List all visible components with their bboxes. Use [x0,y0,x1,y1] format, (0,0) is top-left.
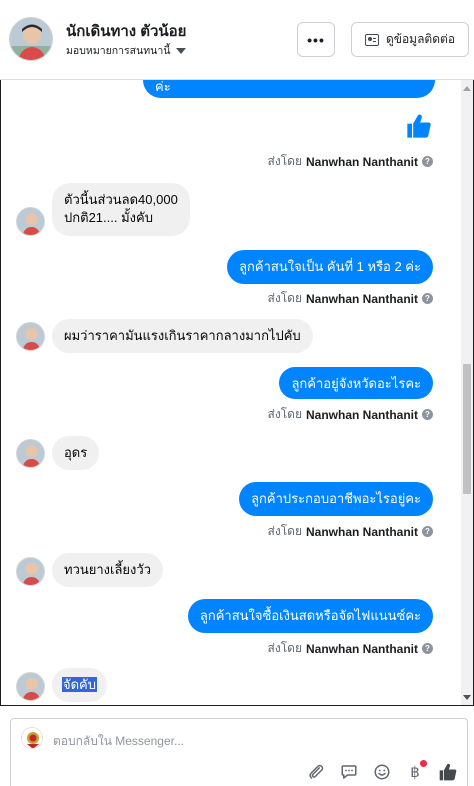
message-bubble-incoming[interactable]: จัดคับ [52,668,108,702]
message-text: ลูกค้าอยู่จังหวัดอะไรคะ [291,376,421,391]
sent-by-info: ส่งโดย Nanwhan Nanthanit ? [268,152,433,171]
assign-label: มอบหมายการสนทนานี้ [66,45,171,57]
sender-name: Nanwhan Nanthanit [305,524,418,539]
more-options-button[interactable]: ••• [297,22,335,57]
message-bubble-incoming[interactable]: อุดร [52,436,100,470]
message-bubble-incoming[interactable]: ทวนยางเลี้ยงวัว [52,553,163,587]
contact-avatar-small [16,322,45,351]
scrollbar-thumb[interactable] [463,364,471,494]
scroll-up-arrow-icon[interactable] [463,86,471,91]
scroll-down-arrow-icon[interactable] [463,695,471,700]
baht-symbol: ฿ [410,763,420,781]
message-bubble-outgoing[interactable]: ลูกค้าอยู่จังหวัดอะไรคะ [279,367,433,399]
composer-toolbar: ฿ [305,760,459,783]
reply-input[interactable] [53,731,433,751]
message-bubble-incoming[interactable]: ตัวนี้นส่วนลด40,000 ปกติ21.... มั้งคับ [52,183,190,236]
contact-avatar-small [16,672,45,701]
reply-composer: ฿ [10,718,468,786]
sent-by-info: ส่งโดย Nanwhan Nanthanit ? [268,522,433,541]
message-text: ลูกค้าสนใจซื้อเงินสดหรือจัดไฟแนนซ์คะ [199,608,421,623]
sender-name: Nanwhan Nanthanit [305,641,418,656]
contact-avatar-small [16,557,45,586]
sent-by-info: ส่งโดย Nanwhan Nanthanit ? [268,639,433,658]
sent-by-prefix: ส่งโดย [267,641,302,655]
speech-bubble-icon[interactable] [338,761,360,783]
conversation-header: นักเดินทาง ตัวน้อย มอบหมายการสนทนานี้ ••… [0,0,474,80]
sent-by-prefix: ส่งโดย [267,154,302,168]
contact-avatar[interactable] [9,17,53,61]
message-text-line1: ตัวนี้นส่วนลด40,000 [64,192,178,207]
like-sticker-icon[interactable] [405,112,433,140]
message-text: ลูกค้าสนใจเป็น คันที่ 1 หรือ 2 ค่ะ [239,259,421,274]
message-text: อุดร [64,445,88,460]
sender-name: Nanwhan Nanthanit [305,154,418,169]
message-bubble-outgoing[interactable]: ค่ะ [143,80,435,98]
message-thread[interactable]: ค่ะ ส่งโดย Nanwhan Nanthanit ? ตัวนี้นส่… [0,80,474,706]
contact-name: นักเดินทาง ตัวน้อย [66,23,187,40]
emoji-icon[interactable] [371,761,393,783]
message-text-line2: ปกติ21.... มั้งคับ [64,210,153,225]
sender-name: Nanwhan Nanthanit [305,291,418,306]
contact-avatar-small [16,439,45,468]
contact-avatar-small [16,207,45,236]
info-icon[interactable]: ? [422,293,433,304]
message-text: ค่ะ [155,80,171,94]
message-text: ผมว่าราคามันแรงเกินราคากลางมากไปคับ [64,328,301,343]
message-bubble-incoming[interactable]: ผมว่าราคามันแรงเกินราคากลางมากไปคับ [52,319,313,353]
message-text: ลูกค้าประกอบอาชีพอะไรอยู่คะ [251,491,421,506]
page-avatar [21,727,43,749]
view-contact-label: ดูข้อมูลติดต่อ [385,32,456,46]
info-icon[interactable]: ? [422,526,433,537]
thread-scrollbar[interactable] [461,80,473,705]
sent-by-info: ส่งโดย Nanwhan Nanthanit ? [268,289,433,308]
sender-name: Nanwhan Nanthanit [305,407,418,422]
message-text-selected: จัดคับ [62,677,98,692]
message-bubble-outgoing[interactable]: ลูกค้าสนใจเป็น คันที่ 1 หรือ 2 ค่ะ [227,250,433,284]
paperclip-icon[interactable] [305,761,327,783]
sent-by-info: ส่งโดย Nanwhan Nanthanit ? [268,405,433,424]
like-icon[interactable] [437,761,459,783]
sent-by-prefix: ส่งโดย [267,407,302,421]
contact-card-icon [364,33,379,46]
sent-by-prefix: ส่งโดย [267,524,302,538]
caret-down-icon [176,47,187,54]
sent-by-prefix: ส่งโดย [267,291,302,305]
notification-dot [420,760,427,767]
assign-conversation-dropdown[interactable]: มอบหมายการสนทนานี้ [66,42,187,59]
message-bubble-outgoing[interactable]: ลูกค้าประกอบอาชีพอะไรอยู่คะ [239,482,433,516]
info-icon[interactable]: ? [422,409,433,420]
message-bubble-outgoing[interactable]: ลูกค้าสนใจซื้อเงินสดหรือจัดไฟแนนซ์คะ [187,599,433,633]
info-icon[interactable]: ? [422,156,433,167]
view-contact-button[interactable]: ดูข้อมูลติดต่อ [351,22,469,57]
baht-payment-icon[interactable]: ฿ [404,760,427,783]
info-icon[interactable]: ? [422,643,433,654]
message-text: ทวนยางเลี้ยงวัว [64,562,151,577]
